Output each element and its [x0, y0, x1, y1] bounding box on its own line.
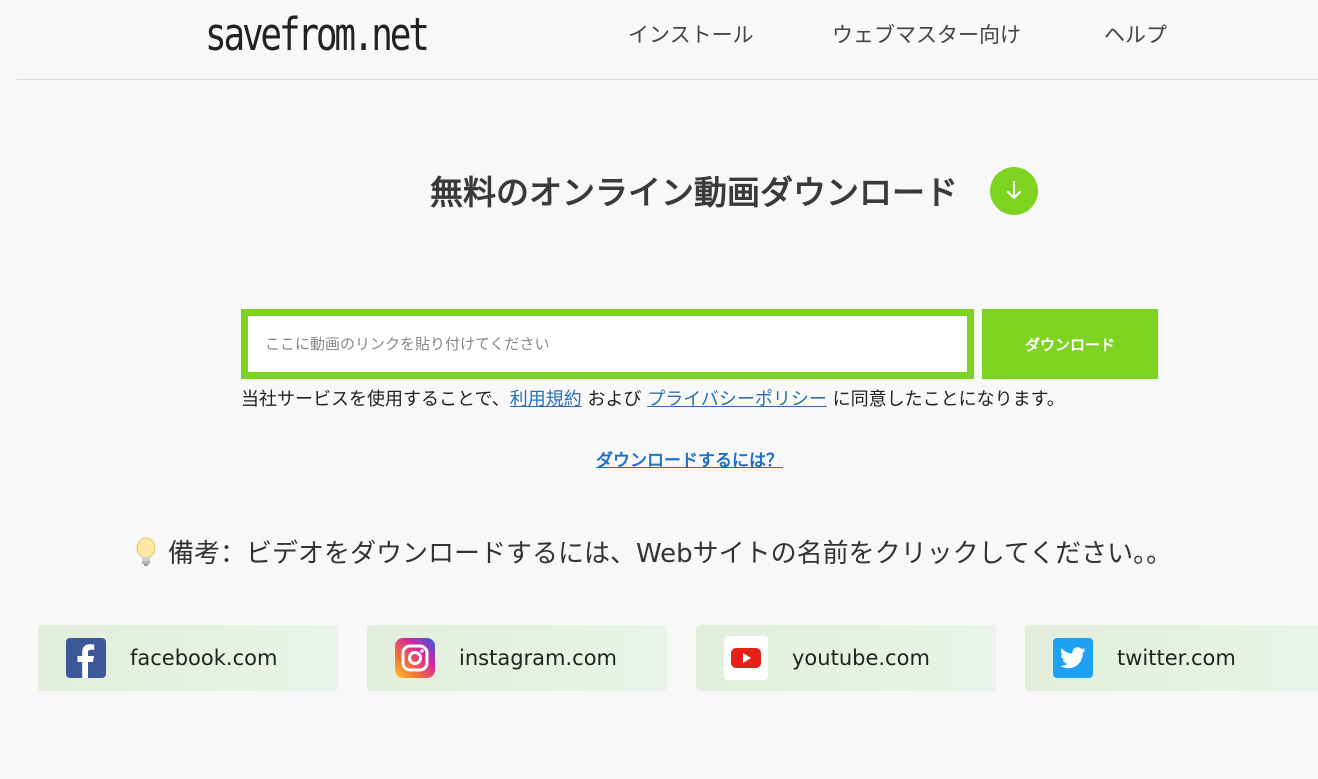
- how-to-download-link[interactable]: ダウンロードするには？: [596, 446, 783, 471]
- facebook-icon: [66, 638, 106, 678]
- terms-middle: および: [581, 389, 648, 410]
- page-title: 無料のオンライン動画ダウンロード: [430, 173, 958, 212]
- nav-webmasters[interactable]: ウェブマスター向け: [832, 19, 1021, 49]
- youtube-icon: [724, 636, 768, 680]
- site-name: twitter.com: [1117, 646, 1236, 670]
- site-logo[interactable]: savefrom.net: [205, 8, 430, 61]
- instagram-icon: [395, 638, 435, 678]
- privacy-policy-link[interactable]: プライバシーポリシー: [647, 389, 827, 410]
- arrow-down-icon: [990, 167, 1038, 215]
- terms-notice: 当社サービスを使用することで、利用規約 および プライバシーポリシー に同意した…: [241, 385, 1065, 411]
- site-card-youtube[interactable]: youtube.com: [696, 625, 996, 691]
- nav-help[interactable]: ヘルプ: [1104, 19, 1167, 49]
- site-card-facebook[interactable]: facebook.com: [38, 625, 338, 691]
- site-card-instagram[interactable]: instagram.com: [367, 625, 667, 691]
- site-name: youtube.com: [792, 646, 930, 670]
- site-name: facebook.com: [130, 646, 278, 670]
- terms-prefix: 当社サービスを使用することで、: [241, 389, 510, 410]
- lightbulb-icon: [136, 537, 156, 566]
- terms-of-service-link[interactable]: 利用規約: [510, 389, 582, 410]
- download-button[interactable]: ダウンロード: [982, 309, 1158, 379]
- twitter-icon: [1053, 638, 1093, 678]
- nav-install[interactable]: インストール: [628, 19, 754, 49]
- url-input-frame: [241, 309, 974, 379]
- terms-suffix: に同意したことになります。: [826, 389, 1065, 410]
- site-name: instagram.com: [459, 646, 618, 670]
- note-text: 備考：ビデオをダウンロードするには、Webサイトの名前をクリックしてください。。: [168, 539, 1173, 569]
- site-card-twitter[interactable]: twitter.com: [1025, 625, 1318, 691]
- url-input[interactable]: [248, 316, 967, 372]
- note: 備考：ビデオをダウンロードするには、Webサイトの名前をクリックしてください。。: [134, 533, 1172, 570]
